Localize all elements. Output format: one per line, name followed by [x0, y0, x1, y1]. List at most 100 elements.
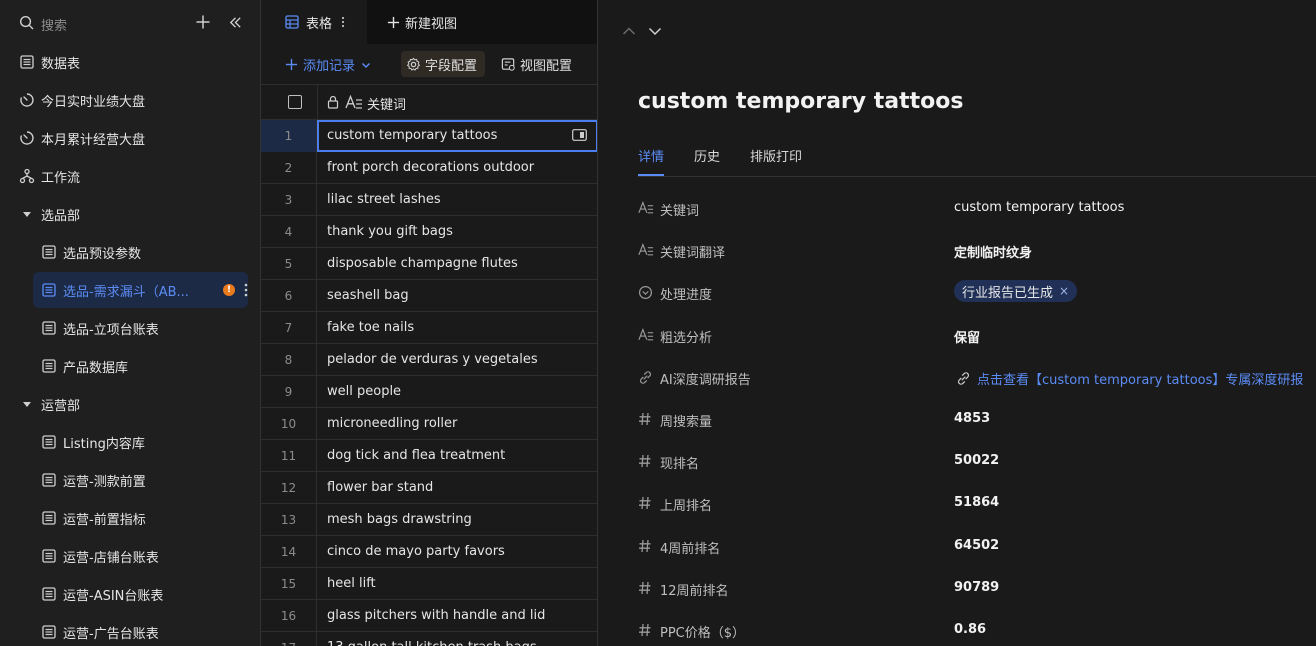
- sidebar-item-label: 运营-ASIN台账表: [63, 588, 164, 604]
- table-row[interactable]: 4 thank you gift bags: [261, 216, 597, 248]
- table-row[interactable]: 10 microneedling roller: [261, 408, 597, 440]
- more-options-icon[interactable]: [244, 283, 248, 297]
- table-row[interactable]: 14 cinco de mayo party favors: [261, 536, 597, 568]
- sidebar-item-listing-library[interactable]: Listing内容库: [0, 423, 261, 461]
- tab-grid-view[interactable]: 表格: [261, 0, 367, 44]
- sidebar-item-label: 产品数据库: [63, 360, 129, 376]
- keyword-cell[interactable]: 13 gallon tall kitchen trash bags: [327, 632, 537, 646]
- sidebar-item-project-ledger[interactable]: 选品-立项台账表: [0, 309, 261, 347]
- field-label: PPC价格（$）: [660, 625, 746, 641]
- field-value[interactable]: 定制临时纹身: [954, 242, 1032, 261]
- record-fields: 关键词 custom temporary tattoos 关键词翻译 定制临时纹…: [638, 188, 1316, 646]
- table-row[interactable]: 6 seashell bag: [261, 280, 597, 312]
- keyword-cell[interactable]: front porch decorations outdoor: [327, 152, 534, 184]
- table-icon: [41, 586, 57, 602]
- sidebar-item-store-ledger[interactable]: 运营-店铺台账表: [0, 537, 261, 575]
- sidebar-item-workflow[interactable]: 工作流: [0, 157, 261, 195]
- table-row[interactable]: 16 glass pitchers with handle and lid: [261, 600, 597, 632]
- view-settings-icon: [501, 57, 516, 72]
- add-record-button[interactable]: 添加记录: [285, 55, 371, 74]
- sidebar-group-operations[interactable]: 运营部: [0, 385, 261, 423]
- add-icon[interactable]: [195, 14, 211, 30]
- field-value[interactable]: 0.86: [954, 622, 986, 637]
- sidebar-item-pre-metrics[interactable]: 运营-前置指标: [0, 499, 261, 537]
- sidebar-item-data-table[interactable]: 数据表: [0, 43, 261, 81]
- sidebar-item-ad-ledger[interactable]: 运营-广告台账表: [0, 613, 261, 646]
- search-label: 搜索: [41, 19, 68, 34]
- sidebar-item-month-dashboard[interactable]: 本月累计经营大盘: [0, 119, 261, 157]
- keyword-cell[interactable]: dog tick and flea treatment: [327, 440, 505, 472]
- table-row[interactable]: 13 mesh bags drawstring: [261, 504, 597, 536]
- field-label: 4周前排名: [660, 541, 721, 557]
- status-tag-label: 行业报告已生成: [962, 285, 1054, 301]
- keyword-cell[interactable]: pelador de verduras y vegetales: [327, 344, 538, 376]
- field-value[interactable]: custom temporary tattoos: [954, 200, 1124, 215]
- keyword-cell[interactable]: disposable champagne flutes: [327, 248, 518, 280]
- table-row[interactable]: 11 dog tick and flea treatment: [261, 440, 597, 472]
- collapse-sidebar-icon[interactable]: [228, 15, 243, 30]
- table-row[interactable]: 7 fake toe nails: [261, 312, 597, 344]
- text-field-icon: [345, 95, 363, 109]
- select-all-checkbox[interactable]: [288, 95, 302, 109]
- field-value[interactable]: 51864: [954, 495, 999, 510]
- keyword-cell[interactable]: seashell bag: [327, 280, 409, 312]
- sidebar-item-selection-params[interactable]: 选品预设参数: [0, 233, 261, 271]
- status-tag[interactable]: 行业报告已生成 ×: [954, 280, 1078, 303]
- tab-print-layout[interactable]: 排版打印: [750, 142, 802, 176]
- chevron-up-icon[interactable]: [622, 24, 636, 38]
- table-row[interactable]: 1 custom temporary tattoos: [261, 120, 597, 152]
- new-view-button[interactable]: 新建视图: [387, 0, 457, 44]
- table-icon: [41, 548, 57, 564]
- row-number: 12: [261, 472, 317, 504]
- keyword-cell[interactable]: mesh bags drawstring: [327, 504, 472, 536]
- field-value[interactable]: 4853: [954, 411, 990, 426]
- view-config-button[interactable]: 视图配置: [501, 51, 572, 77]
- field-value[interactable]: 保留: [954, 327, 980, 346]
- sidebar-item-today-dashboard[interactable]: 今日实时业绩大盘: [0, 81, 261, 119]
- sidebar-item-label: 选品预设参数: [63, 246, 142, 262]
- sidebar-item-product-db[interactable]: 产品数据库: [0, 347, 261, 385]
- keyword-cell[interactable]: heel lift: [327, 568, 376, 600]
- chevron-down-icon: [361, 60, 371, 70]
- keyword-cell[interactable]: glass pitchers with handle and lid: [327, 600, 545, 632]
- sidebar-item-demand-funnel[interactable]: 选品-需求漏斗（AB... !: [33, 272, 248, 308]
- report-link[interactable]: 点击查看【custom temporary tattoos】专属深度研报: [956, 369, 1303, 388]
- tab-details[interactable]: 详情: [638, 142, 665, 176]
- table-row[interactable]: 2 front porch decorations outdoor: [261, 152, 597, 184]
- sidebar-item-test-pre[interactable]: 运营-测款前置: [0, 461, 261, 499]
- field-keyword: 关键词 custom temporary tattoos: [638, 188, 1316, 230]
- table-row[interactable]: 5 disposable champagne flutes: [261, 248, 597, 280]
- keyword-cell[interactable]: microneedling roller: [327, 408, 457, 440]
- keyword-cell[interactable]: cinco de mayo party favors: [327, 536, 505, 568]
- keyword-cell[interactable]: fake toe nails: [327, 312, 414, 344]
- number-icon: [638, 581, 652, 595]
- sidebar-group-selection[interactable]: 选品部: [0, 195, 261, 233]
- sidebar-item-asin-ledger[interactable]: 运营-ASIN台账表: [0, 575, 261, 613]
- sidebar-search[interactable]: 搜索: [0, 0, 261, 46]
- tab-history[interactable]: 历史: [694, 142, 720, 176]
- table-row[interactable]: 17 13 gallon tall kitchen trash bags: [261, 632, 597, 646]
- field-value[interactable]: 50022: [954, 453, 999, 468]
- keyword-cell[interactable]: lilac street lashes: [327, 184, 441, 216]
- table-row[interactable]: 15 heel lift: [261, 568, 597, 600]
- sidebar-item-label: 运营-广告台账表: [63, 626, 159, 642]
- column-header-keyword[interactable]: 关键词: [367, 94, 406, 113]
- more-options-icon[interactable]: [341, 16, 345, 28]
- plus-icon: [387, 16, 400, 29]
- table-row[interactable]: 12 flower bar stand: [261, 472, 597, 504]
- keyword-cell[interactable]: flower bar stand: [327, 472, 433, 504]
- keyword-cell[interactable]: thank you gift bags: [327, 216, 453, 248]
- keyword-cell[interactable]: well people: [327, 376, 401, 408]
- field-value[interactable]: 64502: [954, 538, 999, 553]
- close-icon[interactable]: ×: [1059, 284, 1069, 298]
- expand-record-icon[interactable]: [572, 129, 587, 141]
- field-config-button[interactable]: 字段配置: [401, 51, 485, 77]
- table-row[interactable]: 3 lilac street lashes: [261, 184, 597, 216]
- table-row[interactable]: 8 pelador de verduras y vegetales: [261, 344, 597, 376]
- number-icon: [638, 496, 652, 510]
- field-value[interactable]: 90789: [954, 580, 999, 595]
- chevron-down-icon[interactable]: [648, 24, 662, 38]
- table-icon: [41, 244, 57, 260]
- table-row[interactable]: 9 well people: [261, 376, 597, 408]
- selected-cell-outline: [317, 120, 597, 152]
